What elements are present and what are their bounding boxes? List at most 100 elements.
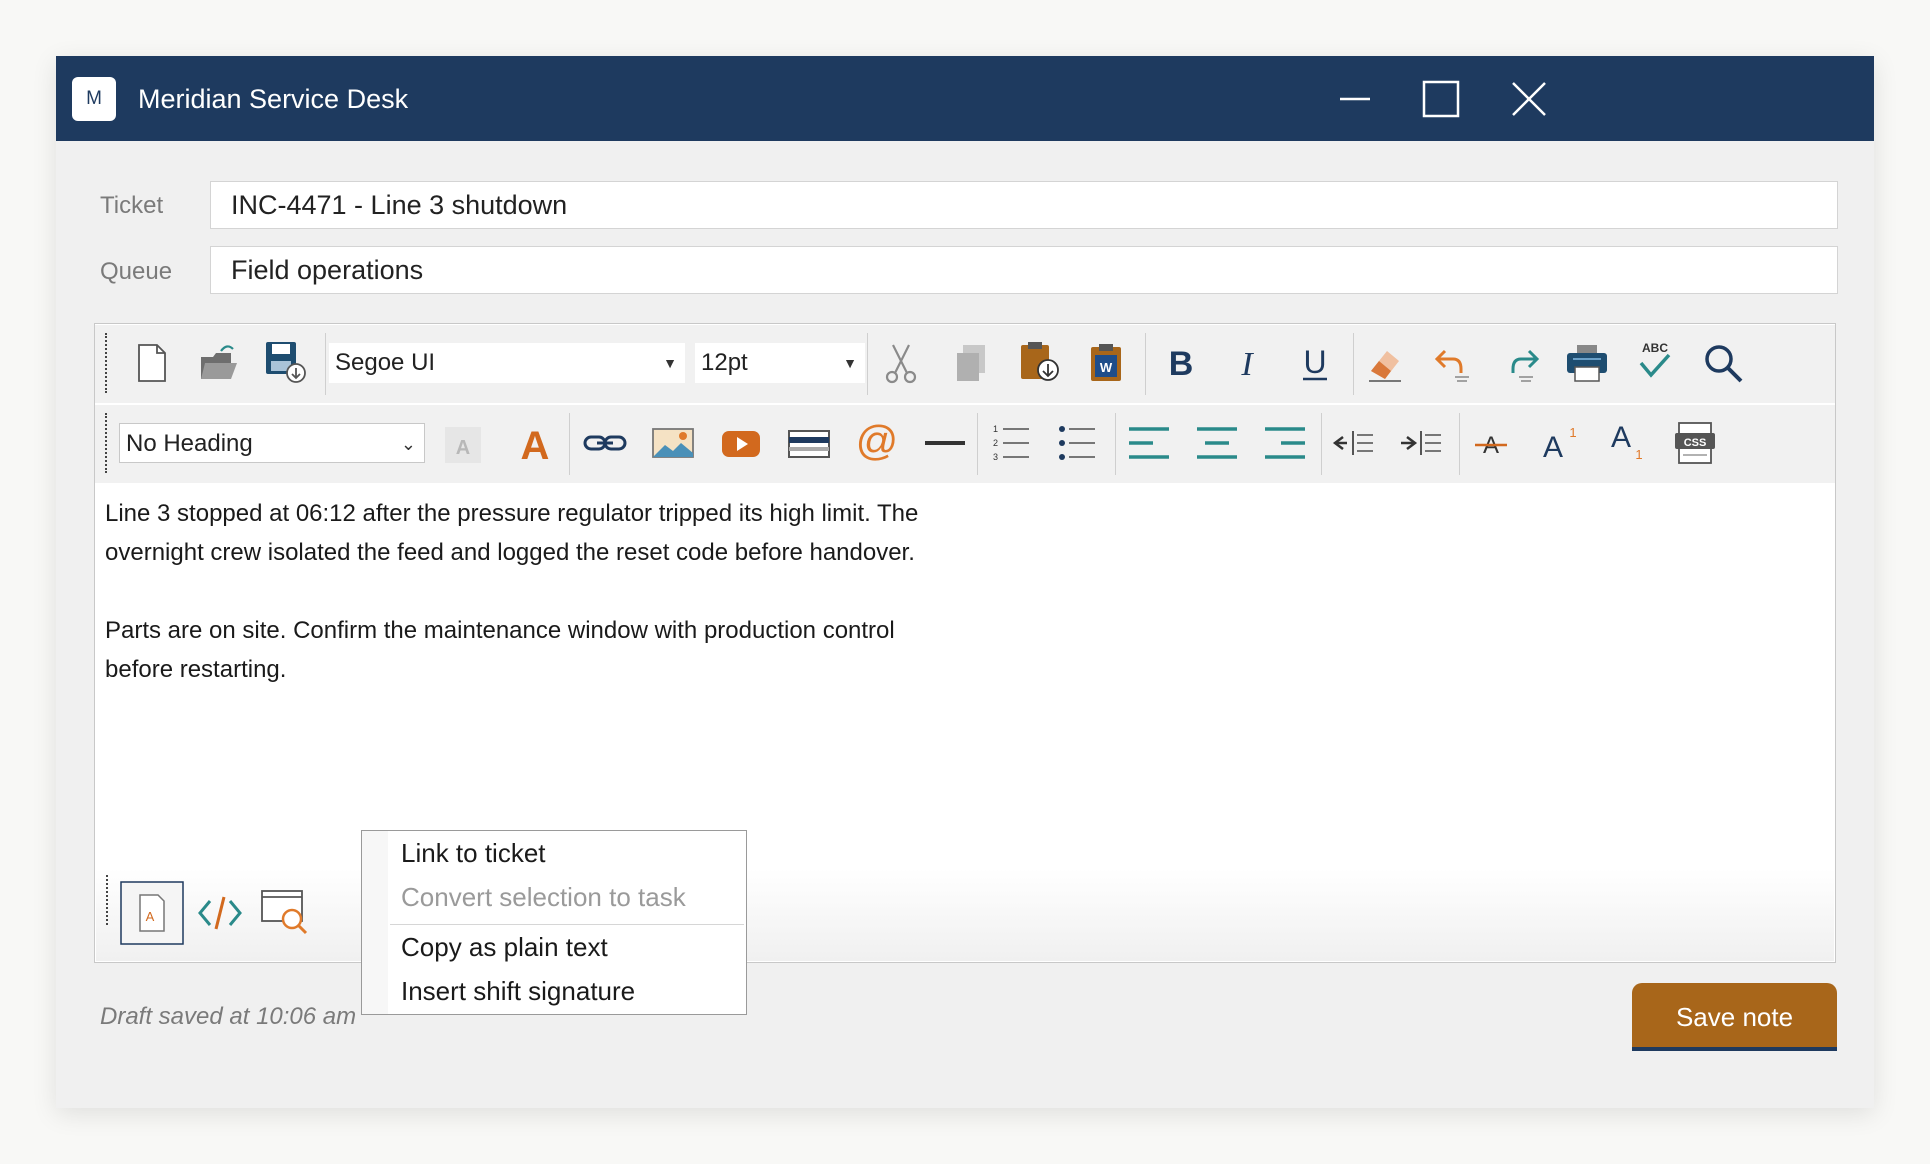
rich-text-editor: Segoe UI ▼ 12pt ▼ W B I U ABC No Heading… — [94, 323, 1836, 1015]
at-glyph: @ — [856, 419, 899, 463]
paragraph-line: Parts are on site. Confirm the maintenan… — [105, 617, 895, 644]
font-family-dropdown[interactable]: Segoe UI ▼ — [329, 343, 685, 383]
toolbar-separator — [1353, 333, 1354, 395]
view-mode-bar: A — [96, 869, 1834, 961]
toolbar-separator — [977, 413, 978, 475]
design-view-icon[interactable]: A — [120, 881, 184, 945]
chevron-down-icon: ▼ — [843, 355, 857, 371]
font-glyph: A — [456, 437, 470, 459]
menu-item-link-to-ticket[interactable]: Link to ticket — [401, 838, 546, 869]
print-icon[interactable] — [1565, 341, 1609, 385]
outdent-icon[interactable] — [1331, 421, 1375, 465]
abc-glyph: ABC — [1642, 341, 1668, 355]
font-glyph: A — [1543, 431, 1563, 464]
heading-dropdown[interactable]: No Heading ⌄ — [119, 423, 425, 463]
window-title: Meridian Service Desk — [138, 84, 409, 114]
strikethrough-icon[interactable]: A — [1469, 421, 1513, 465]
draft-status: Draft saved at 10:06 am — [100, 1003, 357, 1030]
new-document-icon[interactable] — [129, 341, 173, 385]
chevron-down-icon: ▼ — [663, 355, 677, 371]
menu-item-copy-plain-text[interactable]: Copy as plain text — [401, 932, 608, 963]
queue-label: Queue — [100, 258, 173, 285]
font-size-value: 12pt — [701, 349, 748, 376]
cut-icon[interactable] — [879, 341, 923, 385]
align-left-icon[interactable] — [1127, 421, 1171, 465]
horizontal-rule-icon[interactable] — [923, 421, 967, 465]
ordered-list-icon[interactable]: 1 2 3 — [989, 421, 1033, 465]
css-icon[interactable]: CSS — [1673, 421, 1717, 465]
toolbar-separator — [1145, 333, 1146, 395]
at-mention-icon[interactable]: @ — [855, 419, 899, 463]
list-number-glyph: 3 — [993, 452, 998, 462]
font-size-dropdown[interactable]: 12pt ▼ — [695, 343, 865, 383]
paragraph-line: Line 3 stopped at 06:12 after the pressu… — [105, 500, 919, 527]
heading-value: No Heading — [126, 430, 253, 457]
queue-field[interactable]: Field operations — [210, 246, 1838, 294]
underline-glyph: U — [1303, 344, 1326, 380]
paragraph-line: overnight crew isolated the feed and log… — [105, 539, 915, 566]
close-icon[interactable] — [1506, 76, 1552, 122]
link-icon[interactable] — [583, 421, 627, 465]
font-glyph: A — [521, 424, 550, 465]
app-logo-icon: M — [72, 77, 116, 121]
indent-icon[interactable] — [1399, 421, 1443, 465]
minimize-icon[interactable] — [1332, 76, 1378, 122]
context-menu: Link to ticket Convert selection to task… — [361, 830, 747, 1015]
paste-from-word-icon[interactable]: W — [1085, 341, 1129, 385]
toolbar-separator — [325, 333, 326, 395]
title-bar[interactable]: M Meridian Service Desk — [56, 56, 1874, 141]
ticket-field[interactable]: INC-4471 - Line 3 shutdown — [210, 181, 1838, 229]
align-center-icon[interactable] — [1195, 421, 1239, 465]
toolbar-separator — [1321, 413, 1322, 475]
video-icon[interactable] — [719, 421, 763, 465]
bold-glyph: B — [1169, 345, 1194, 383]
align-right-icon[interactable] — [1263, 421, 1307, 465]
context-menu-gutter — [362, 831, 388, 1014]
save-icon[interactable] — [263, 339, 307, 383]
undo-icon[interactable] — [1431, 341, 1475, 385]
toolbar-grip[interactable] — [106, 875, 108, 925]
underline-icon[interactable]: U — [1293, 341, 1337, 385]
save-note-button[interactable]: Save note — [1632, 983, 1837, 1051]
toolbar-separator — [569, 413, 570, 475]
superscript-icon[interactable]: A 1 — [1537, 421, 1581, 465]
toolbar-row-2: No Heading ⌄ A A @ 1 2 3 A A 1 A 1 CSS — [95, 405, 1835, 483]
subscript-icon[interactable]: A 1 — [1605, 419, 1649, 463]
font-glyph: A — [146, 909, 155, 924]
redo-icon[interactable] — [1499, 341, 1543, 385]
media-icon[interactable] — [787, 421, 831, 465]
bold-icon[interactable]: B — [1159, 341, 1203, 385]
spell-check-icon[interactable]: ABC — [1633, 339, 1677, 383]
paste-icon[interactable] — [1017, 339, 1061, 383]
ticket-label: Ticket — [100, 192, 164, 219]
menu-item-insert-signature[interactable]: Insert shift signature — [401, 976, 635, 1007]
word-letter: W — [1100, 360, 1113, 375]
toolbar-separator — [1459, 413, 1460, 475]
editor-content[interactable]: Line 3 stopped at 06:12 after the pressu… — [105, 494, 1705, 689]
paragraph-line — [105, 572, 1705, 611]
list-number-glyph: 2 — [993, 438, 998, 448]
css-glyph: CSS — [1684, 437, 1707, 449]
font-color-disabled-icon: A — [445, 427, 481, 463]
italic-icon[interactable]: I — [1225, 341, 1269, 385]
open-folder-icon[interactable] — [197, 341, 241, 385]
bullet-list-icon[interactable] — [1055, 421, 1099, 465]
toolbar-separator — [1115, 413, 1116, 475]
font-glyph: A — [1611, 421, 1631, 454]
chevron-down-icon: ⌄ — [400, 434, 416, 454]
list-number-glyph: 1 — [993, 424, 998, 434]
eraser-icon[interactable] — [1363, 341, 1407, 385]
copy-icon[interactable] — [949, 341, 993, 385]
preview-icon[interactable] — [260, 887, 310, 937]
html-source-icon[interactable] — [196, 889, 244, 937]
toolbar-grip[interactable] — [105, 333, 107, 393]
image-icon[interactable] — [651, 421, 695, 465]
superscript-glyph: 1 — [1569, 425, 1576, 440]
menu-separator — [390, 924, 744, 925]
find-icon[interactable] — [1701, 341, 1745, 385]
font-color-icon[interactable]: A — [513, 421, 557, 465]
maximize-icon[interactable] — [1418, 76, 1464, 122]
italic-glyph: I — [1240, 346, 1254, 383]
toolbar-grip[interactable] — [105, 413, 107, 473]
app-window: M Meridian Service Desk Ticket INC-4471 … — [56, 56, 1874, 1108]
